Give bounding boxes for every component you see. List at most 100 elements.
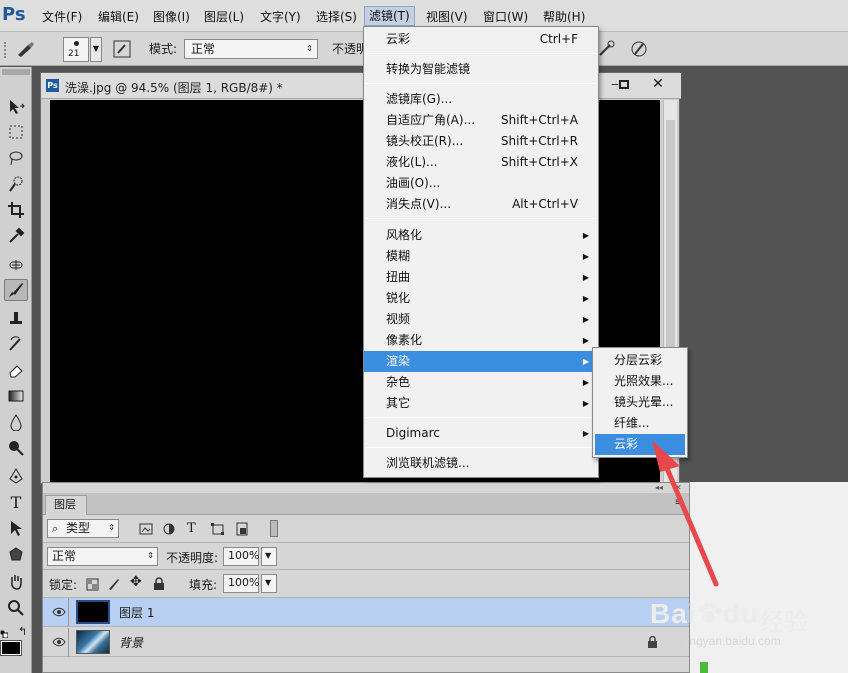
menu-layer[interactable]: 图层(L)	[200, 7, 248, 27]
menu-item-oil-paint[interactable]: 油画(O)...	[364, 173, 598, 194]
menu-item-other[interactable]: 其它 ▶	[364, 393, 598, 414]
menu-type[interactable]: 文字(Y)	[256, 7, 305, 27]
menu-item-lens-correction[interactable]: 镜头校正(R)... Shift+Ctrl+R	[364, 131, 598, 152]
brush-tool-icon[interactable]	[4, 279, 28, 301]
menu-item-adaptive-wide-angle[interactable]: 自适应广角(A)... Shift+Ctrl+A	[364, 110, 598, 131]
gradient-tool-icon[interactable]	[4, 385, 28, 407]
airbrush-icon[interactable]	[596, 39, 618, 59]
move-tool-icon[interactable]	[4, 95, 28, 117]
menu-file[interactable]: 文件(F)	[38, 7, 86, 27]
history-brush-tool-icon[interactable]	[4, 333, 28, 355]
menu-item-lighting-effects[interactable]: 光照效果...	[595, 371, 685, 392]
menu-item-difference-clouds[interactable]: 分层云彩	[595, 350, 685, 371]
foreground-color-swatch[interactable]	[0, 640, 22, 656]
brush-size-dropdown[interactable]: ▼	[90, 37, 102, 62]
watermark-jingyan: 经验	[760, 608, 808, 636]
menu-item-label: 杂色	[386, 375, 411, 389]
submenu-arrow-icon: ▶	[582, 315, 589, 324]
lasso-tool-icon[interactable]	[4, 147, 28, 169]
chevron-updown-icon: ⇕	[306, 44, 313, 53]
document-title: 洗澡.jpg @ 94.5% (图层 1, RGB/8#) *	[65, 81, 283, 95]
menu-view[interactable]: 视图(V)	[422, 7, 472, 27]
menu-item-label: 渲染	[386, 354, 411, 368]
lock-pixels-icon[interactable]	[107, 577, 121, 591]
tab-layers[interactable]: 图层	[45, 495, 87, 515]
restore-button[interactable]	[611, 75, 639, 95]
eye-icon[interactable]	[52, 606, 66, 618]
lock-transparent-icon[interactable]	[86, 578, 99, 591]
eyedropper-tool-icon[interactable]	[4, 225, 28, 247]
mode-select[interactable]: 正常 ⇕	[184, 39, 318, 59]
tools-panel-header[interactable]	[2, 69, 30, 75]
brush-size-picker[interactable]: 21	[63, 37, 89, 62]
menu-item-filter-gallery[interactable]: 滤镜库(G)...	[364, 89, 598, 110]
pen-tool-icon[interactable]	[4, 465, 28, 487]
filter-pixel-icon[interactable]	[139, 523, 153, 535]
swap-colors-icon[interactable]: ↰	[18, 625, 27, 638]
hand-tool-icon[interactable]	[4, 571, 28, 593]
lock-position-icon[interactable]: ✥	[130, 574, 142, 590]
menu-item-noise[interactable]: 杂色 ▶	[364, 372, 598, 393]
brush-preset-icon[interactable]	[14, 39, 38, 59]
type-tool-icon[interactable]: T	[4, 491, 28, 513]
menu-window[interactable]: 窗口(W)	[479, 7, 532, 27]
menu-item-digimarc[interactable]: Digimarc ▶	[364, 423, 598, 444]
menu-edit[interactable]: 编辑(E)	[94, 7, 143, 27]
filter-shape-icon[interactable]	[211, 523, 225, 536]
zoom-tool-icon[interactable]	[4, 597, 28, 619]
healing-brush-tool-icon[interactable]	[4, 254, 28, 276]
menu-item-fibers[interactable]: 纤维...	[595, 413, 685, 434]
opacity-dropdown[interactable]: ▼	[261, 547, 277, 566]
menu-item-distort[interactable]: 扭曲 ▶	[364, 267, 598, 288]
shape-tool-icon[interactable]	[4, 543, 28, 565]
default-colors-icon[interactable]	[0, 627, 9, 639]
chevron-updown-icon: ⇕	[147, 551, 154, 560]
menu-item-browse-filters-online[interactable]: 浏览联机滤镜...	[364, 453, 598, 474]
crop-tool-icon[interactable]	[4, 199, 28, 221]
layer-row[interactable]: 背景	[43, 628, 689, 657]
menu-item-vanishing-point[interactable]: 消失点(V)... Alt+Ctrl+V	[364, 194, 598, 215]
tablet-pressure-icon[interactable]	[629, 39, 651, 59]
quick-select-tool-icon[interactable]	[4, 173, 28, 195]
layer-filter-select[interactable]: ⌕ 类型 ⇕	[47, 519, 119, 538]
filter-adjustment-icon[interactable]	[163, 523, 176, 536]
marquee-tool-icon[interactable]	[4, 121, 28, 143]
blend-mode-select[interactable]: 正常 ⇕	[47, 547, 158, 566]
lock-all-icon[interactable]	[153, 577, 165, 591]
blur-tool-icon[interactable]	[4, 411, 28, 433]
menu-item-lens-flare[interactable]: 镜头光晕...	[595, 392, 685, 413]
brush-panel-icon[interactable]	[113, 40, 133, 58]
menu-item-stylize[interactable]: 风格化 ▶	[364, 225, 598, 246]
menu-item-pixelate[interactable]: 像素化 ▶	[364, 330, 598, 351]
menu-image[interactable]: 图像(I)	[149, 7, 194, 27]
opacity-input[interactable]: 100%	[223, 547, 259, 566]
menu-filter[interactable]: 滤镜(T)	[364, 6, 415, 26]
menu-item-video[interactable]: 视频 ▶	[364, 309, 598, 330]
menu-item-liquify[interactable]: 液化(L)... Shift+Ctrl+X	[364, 152, 598, 173]
layer-name[interactable]: 背景	[119, 634, 143, 651]
menu-select[interactable]: 选择(S)	[312, 7, 361, 27]
clone-stamp-tool-icon[interactable]	[4, 307, 28, 329]
filter-smart-object-icon[interactable]	[235, 522, 249, 536]
layer-name[interactable]: 图层 1	[119, 604, 154, 621]
menu-item-smart-filter[interactable]: 转换为智能滤镜	[364, 59, 598, 80]
options-grip	[4, 42, 10, 58]
fill-input[interactable]: 100%	[223, 574, 259, 593]
menu-help[interactable]: 帮助(H)	[539, 7, 589, 27]
menu-item-sharpen[interactable]: 锐化 ▶	[364, 288, 598, 309]
filter-toggle-switch[interactable]	[270, 520, 278, 537]
eye-icon[interactable]	[52, 636, 66, 648]
menu-item-last-filter[interactable]: 云彩 Ctrl+F	[364, 29, 598, 50]
layers-panel: ◂◂ ✕ 图层 ≡ ⌕ 类型 ⇕ T 正常 ⇕ 不透明度: 100% ▼ 锁定:…	[42, 482, 690, 673]
menu-item-render[interactable]: 渲染 ▶	[364, 351, 598, 372]
lock-label: 锁定:	[49, 578, 78, 592]
layer-row[interactable]: 图层 1	[43, 598, 689, 627]
eraser-tool-icon[interactable]	[4, 359, 28, 381]
fill-dropdown[interactable]: ▼	[261, 574, 277, 593]
dodge-tool-icon[interactable]	[4, 437, 28, 459]
row-divider	[68, 628, 69, 657]
path-selection-tool-icon[interactable]	[4, 517, 28, 539]
menu-item-blur[interactable]: 模糊 ▶	[364, 246, 598, 267]
filter-type-icon[interactable]: T	[187, 521, 196, 536]
close-icon[interactable]: ✕	[642, 74, 674, 95]
